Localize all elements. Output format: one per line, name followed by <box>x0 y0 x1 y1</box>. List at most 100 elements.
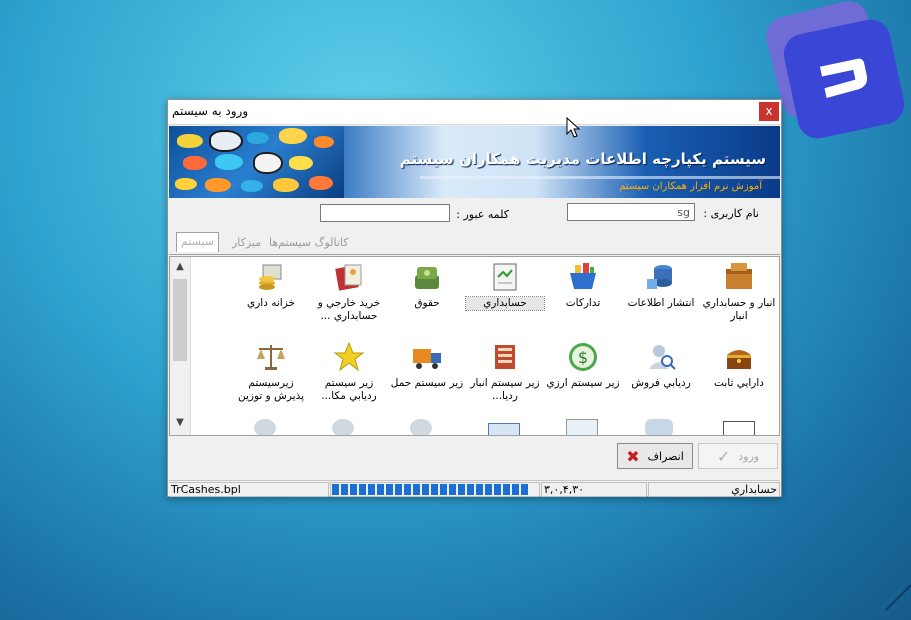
banner-title: سیستم یکپارچه اطلاعات مدیریت همکاران سیس… <box>399 150 766 168</box>
system-item-label: دارايي ثابت <box>714 377 764 389</box>
system-item-currency[interactable]: $ زير سيستم ارزي <box>544 341 622 390</box>
status-version: ۳,۰,۴,۳۰ <box>541 482 647 497</box>
fish-image <box>169 126 344 198</box>
login-button[interactable]: ورود ✓ <box>698 443 778 469</box>
system-item-label: انتشار اطلاعات <box>627 297 695 309</box>
system-item-label: حسابداري <box>465 296 545 311</box>
boxes-icon <box>723 261 755 293</box>
system-item-transport[interactable]: زير سيستم حمل <box>388 341 466 390</box>
system-item-label: زيرسيستم پذيرش و توزين <box>237 377 305 402</box>
system-item-label: تدارکات <box>565 297 601 309</box>
system-item-label: حقوق <box>414 297 440 309</box>
progress-segment <box>395 484 402 495</box>
banner-subtitle: آموزش نرم افزار همکاران سیستم <box>619 181 762 192</box>
progress-segment <box>431 484 438 495</box>
progress-segment <box>449 484 456 495</box>
progress-segment <box>350 484 357 495</box>
chart-icon <box>723 421 755 435</box>
money-stack-icon <box>411 261 443 293</box>
system-item-reception-weighing[interactable]: زيرسيستم پذيرش و توزين <box>232 341 310 403</box>
system-item-label: خريد خارجي و حسابداري ... <box>317 297 381 322</box>
password-label: کلمه عبور : <box>456 208 509 221</box>
person-icon <box>254 419 276 435</box>
progress-segment <box>422 484 429 495</box>
system-item-foreign-purchase[interactable]: خريد خارجي و حسابداري ... <box>310 261 388 323</box>
login-button-label: ورود <box>738 449 760 463</box>
system-item-procurement[interactable]: تدارکات <box>544 261 622 310</box>
progress-segment <box>485 484 492 495</box>
progress-fill <box>332 483 530 496</box>
close-button[interactable]: x <box>759 102 779 121</box>
brand-logo-icon <box>819 58 868 99</box>
progress-segment <box>503 484 510 495</box>
progress-segment <box>368 484 375 495</box>
dollar-icon: $ <box>567 341 599 373</box>
status-file: TrCashes.bpl <box>169 482 329 497</box>
progress-segment <box>341 484 348 495</box>
login-window: ورود به سیستم x سیستم یکپارچه اطلاعات مد… <box>167 99 782 497</box>
vertical-scrollbar[interactable]: ▲ ▼ <box>170 257 191 435</box>
brand-logo <box>780 15 908 143</box>
database-network-icon <box>645 261 677 293</box>
tab-systems-catalog[interactable]: کاتالوگ سیستم‌ها <box>269 236 349 249</box>
username-input[interactable] <box>567 203 695 221</box>
status-system: حسابداري <box>648 482 780 497</box>
cancel-button[interactable]: انصراف ✖ <box>617 443 693 469</box>
row3-icons <box>170 417 779 435</box>
title-bar[interactable]: ورود به سیستم x <box>168 100 781 125</box>
person-icon <box>410 419 432 435</box>
progress-segment <box>359 484 366 495</box>
username-label: نام کاربری : <box>703 207 759 220</box>
system-item-fixed-assets[interactable]: دارايي ثابت <box>700 341 778 390</box>
tab-system[interactable]: سیستم <box>176 232 219 252</box>
check-icon: ✓ <box>716 446 731 466</box>
window-title: ورود به سیستم <box>172 104 249 118</box>
passport-card-icon <box>333 261 365 293</box>
truck-icon <box>411 341 443 373</box>
person-icon <box>332 419 354 435</box>
progress-segment <box>413 484 420 495</box>
system-item-warehouse[interactable]: انبار و حسابداري انبار <box>700 261 778 323</box>
progress-bar <box>330 482 540 497</box>
progress-segment <box>404 484 411 495</box>
banner-stripe <box>420 176 780 179</box>
tab-bar: سیستم میزکار کاتالوگ سیستم‌ها <box>169 230 780 255</box>
progress-segment <box>494 484 501 495</box>
password-input[interactable] <box>320 204 450 222</box>
system-item-sales-tracking[interactable]: رديابي فروش <box>622 341 700 390</box>
system-item-location-tracking[interactable]: زير سيستم رديابي مکا... <box>310 341 388 403</box>
shopping-basket-icon <box>567 261 599 293</box>
system-item-label: زير سيستم ارزي <box>546 377 620 389</box>
system-item-label: زير سيستم انبار رديا... <box>470 377 540 402</box>
system-item-label: خزانه داري <box>247 297 295 309</box>
cancel-button-label: انصراف <box>647 449 684 463</box>
banner: سیستم یکپارچه اطلاعات مدیریت همکاران سیس… <box>169 126 780 198</box>
search-person-icon <box>645 341 677 373</box>
systems-grid: ▲ ▼ انبار و حسابداري انبار انتشار اطلاعا… <box>169 256 780 436</box>
tab-desktop[interactable]: میزکار <box>232 236 261 249</box>
system-item-label: زير سيستم رديابي مکا... <box>321 377 377 402</box>
progress-segment <box>332 484 339 495</box>
system-item-accounting[interactable]: حسابداري <box>465 261 545 311</box>
book-stack-icon <box>489 341 521 373</box>
system-item-payroll[interactable]: حقوق <box>388 261 466 310</box>
system-item-label: زير سيستم حمل <box>390 377 464 389</box>
table-icon <box>566 419 598 435</box>
system-item-warehouse-tracking[interactable]: زير سيستم انبار رديا... <box>466 341 544 403</box>
svg-text:$: $ <box>578 348 588 367</box>
close-icon: ✖ <box>626 446 640 466</box>
progress-segment <box>476 484 483 495</box>
scroll-thumb[interactable] <box>173 279 187 361</box>
progress-segment <box>467 484 474 495</box>
system-item-info-publish[interactable]: انتشار اطلاعات <box>622 261 700 310</box>
scale-icon <box>255 341 287 373</box>
desktop-decoration <box>885 581 911 611</box>
scroll-up-icon[interactable]: ▲ <box>173 261 187 275</box>
status-bar: TrCashes.bpl ۳,۰,۴,۳۰ حسابداري <box>169 480 780 498</box>
books-icon <box>645 419 673 435</box>
progress-segment <box>512 484 519 495</box>
progress-segment <box>377 484 384 495</box>
progress-segment <box>440 484 447 495</box>
system-item-treasury[interactable]: خزانه داري <box>232 261 310 310</box>
progress-segment <box>458 484 465 495</box>
